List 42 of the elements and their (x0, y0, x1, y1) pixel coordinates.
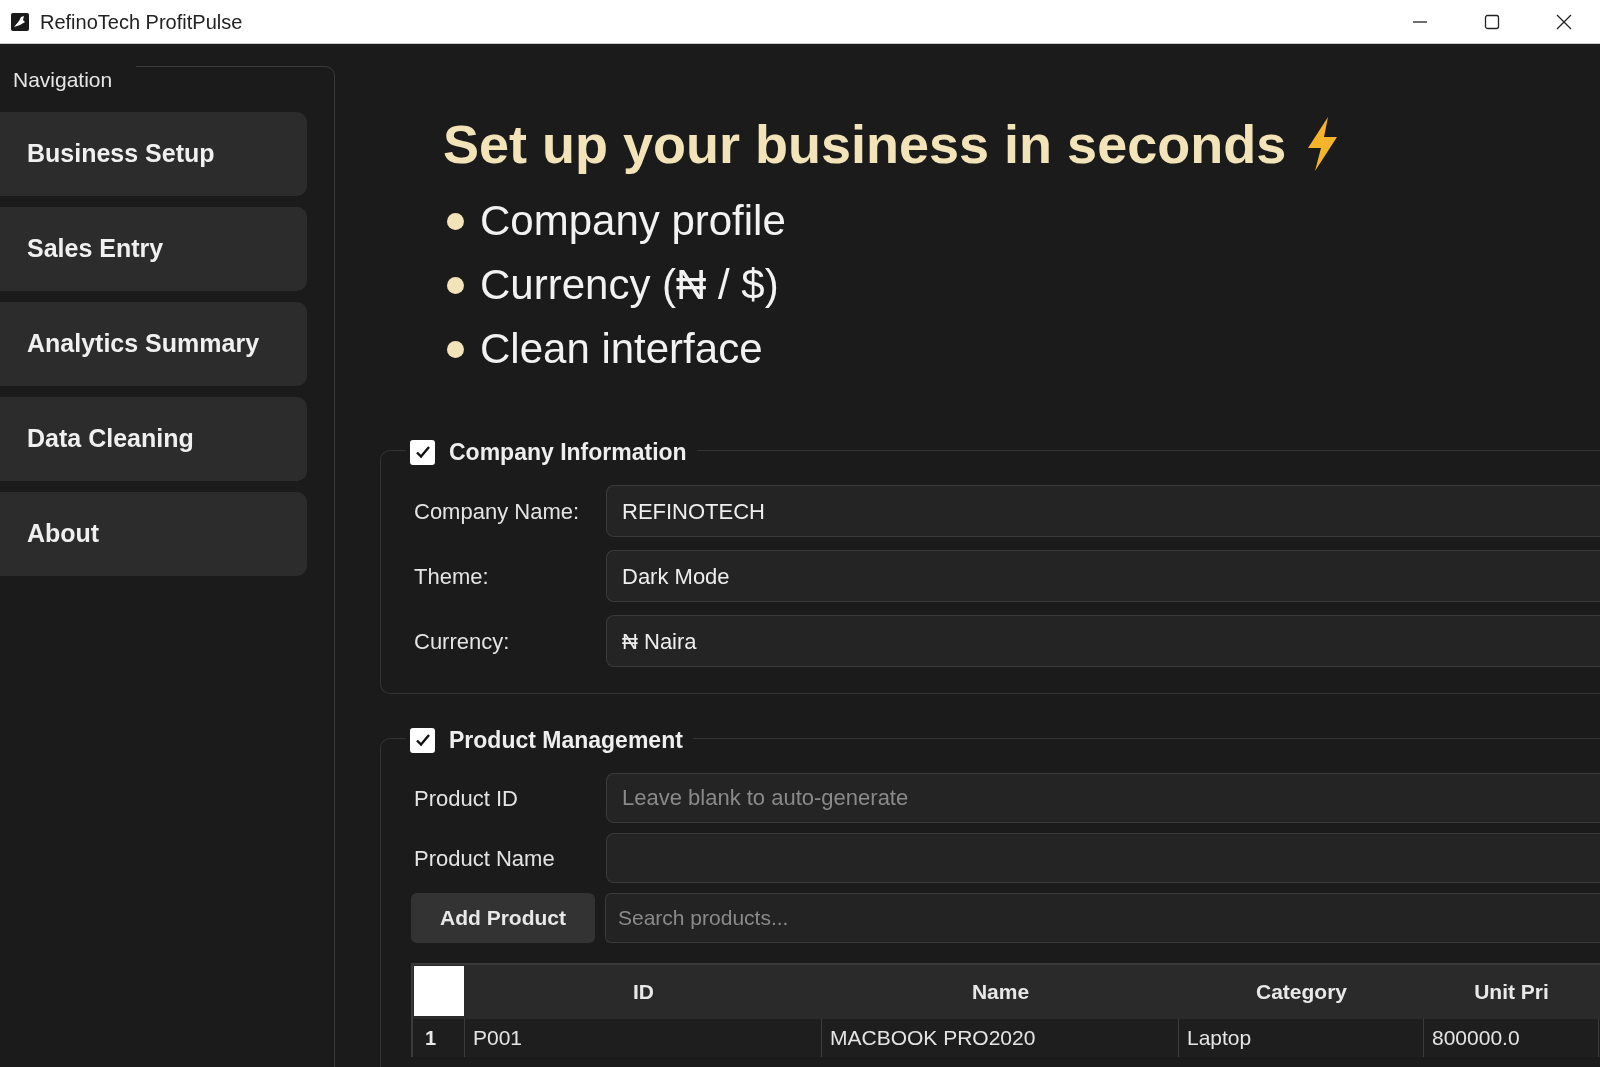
table-cell: 800000.0 (1424, 1019, 1599, 1057)
group-title: Product Management (449, 726, 683, 755)
bullet-icon (447, 276, 464, 294)
group-title: Company Information (449, 438, 687, 467)
nav-button[interactable]: About (0, 491, 307, 576)
table-cell: Laptop (1179, 1019, 1424, 1057)
table-cell: MACBOOK PRO2020 (822, 1019, 1179, 1057)
field-label: Company Name: (414, 497, 581, 526)
input-field[interactable]: Leave blank to auto-generate (606, 773, 1600, 823)
column-header[interactable]: Unit Pri (1424, 965, 1599, 1019)
window-title: RefinoTech ProfitPulse (40, 9, 243, 35)
app-logo-icon (10, 11, 30, 32)
column-header[interactable]: Name (822, 965, 1179, 1019)
checkbox[interactable] (410, 439, 435, 465)
bullet-icon (447, 340, 464, 358)
field-label: Currency: (414, 627, 511, 656)
field-label: Product ID (414, 784, 519, 813)
nav-button[interactable]: Data Cleaning (0, 396, 307, 481)
column-header[interactable]: ID (465, 965, 822, 1019)
field-label: Product Name (414, 844, 556, 873)
close-icon (1556, 13, 1572, 30)
nav-button[interactable]: Business Setup (0, 111, 307, 196)
column-header[interactable]: Category (1179, 965, 1424, 1019)
search-field[interactable]: Search products... (605, 893, 1600, 943)
maximize-icon (1484, 13, 1500, 30)
add-product-button[interactable]: Add Product (411, 893, 595, 943)
checkbox[interactable] (410, 727, 435, 753)
bullet-text: Clean interface (480, 326, 763, 372)
input-field[interactable]: Dark Mode (606, 550, 1600, 602)
input-field[interactable]: ₦ Naira (606, 615, 1600, 667)
bullet-text: Currency (₦ / $) (480, 262, 779, 308)
row-number: 1 (413, 1019, 465, 1057)
input-field[interactable] (606, 833, 1600, 883)
field-label: Theme: (414, 562, 490, 591)
bullet-icon (447, 212, 464, 230)
nav-button[interactable]: Analytics Summary (0, 301, 307, 386)
nav-button[interactable]: Sales Entry (0, 206, 307, 291)
select-all-corner[interactable] (414, 966, 464, 1016)
minimize-icon (1413, 20, 1427, 23)
table-cell: P001 (465, 1019, 822, 1057)
bullet-text: Company profile (480, 198, 786, 244)
input-field[interactable]: REFINOTECH (606, 485, 1600, 537)
